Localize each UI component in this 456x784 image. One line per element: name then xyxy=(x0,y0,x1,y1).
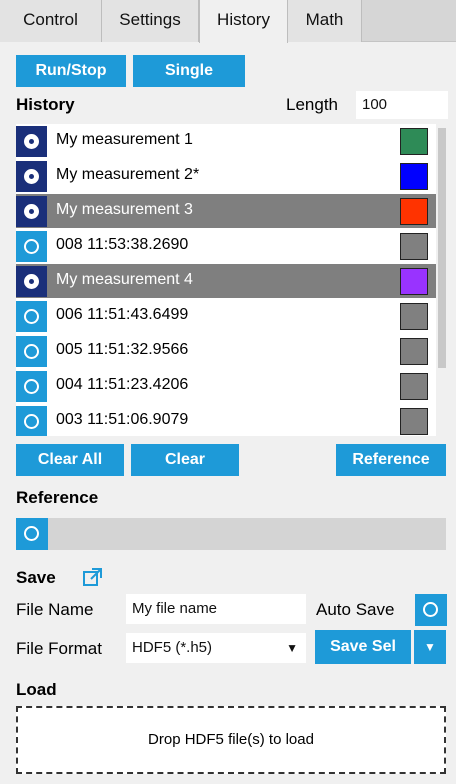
history-list: My measurement 1 My measurement 2* My meas… xyxy=(16,124,436,436)
history-row-color-swatch[interactable] xyxy=(400,408,428,435)
history-row-color-swatch[interactable] xyxy=(400,163,428,190)
history-row-radio[interactable] xyxy=(16,126,47,157)
history-row-radio[interactable] xyxy=(16,406,47,436)
history-row-label: 003 11:51:06.9079 xyxy=(56,411,189,428)
file-name-input[interactable]: My file name xyxy=(126,594,306,624)
history-row-label: 005 11:51:32.9566 xyxy=(56,341,189,358)
history-row-label: 004 11:51:23.4206 xyxy=(56,376,189,393)
radio-dot-icon xyxy=(29,139,34,144)
history-scrollbar[interactable] xyxy=(436,124,448,436)
radio-dot-icon xyxy=(29,279,34,284)
history-row-color-swatch[interactable] xyxy=(400,373,428,400)
file-name-label: File Name xyxy=(16,600,94,619)
history-row-label: My measurement 4 xyxy=(56,271,193,288)
history-row-radio[interactable] xyxy=(16,266,47,297)
history-row[interactable]: 006 11:51:43.6499 xyxy=(16,299,436,333)
file-drop-zone[interactable]: Drop HDF5 file(s) to load xyxy=(16,706,446,774)
radio-ring-icon xyxy=(24,309,39,324)
radio-ring-icon xyxy=(24,379,39,394)
radio-dot-icon xyxy=(29,209,34,214)
radio-checked-icon xyxy=(24,204,39,219)
history-row-color-swatch[interactable] xyxy=(400,303,428,330)
clear-button[interactable]: Clear xyxy=(131,444,239,476)
history-row-label: My measurement 3 xyxy=(56,201,193,218)
tab-history[interactable]: History xyxy=(199,0,288,43)
drop-zone-text: Drop HDF5 file(s) to load xyxy=(148,731,314,748)
history-row-color-swatch[interactable] xyxy=(400,338,428,365)
file-format-value: HDF5 (*.h5) xyxy=(132,639,213,656)
clear-all-button[interactable]: Clear All xyxy=(16,444,124,476)
radio-checked-icon xyxy=(24,134,39,149)
history-row-radio[interactable] xyxy=(16,301,47,332)
save-title: Save xyxy=(16,568,56,587)
load-title: Load xyxy=(16,680,57,699)
tab-control[interactable]: Control xyxy=(0,0,102,42)
auto-save-label: Auto Save xyxy=(316,600,395,619)
history-row-label: My measurement 2* xyxy=(56,166,200,183)
single-button[interactable]: Single xyxy=(133,55,245,87)
history-row-color-swatch[interactable] xyxy=(400,233,428,260)
save-options-dropdown-icon[interactable]: ▼ xyxy=(414,630,446,664)
history-row-radio[interactable] xyxy=(16,336,47,367)
history-row[interactable]: My measurement 3 xyxy=(16,194,436,228)
radio-ring-icon xyxy=(24,526,39,541)
history-row-radio[interactable] xyxy=(16,196,47,227)
tab-bar: Control Settings History Math xyxy=(0,0,456,43)
radio-ring-icon xyxy=(24,344,39,359)
radio-checked-icon xyxy=(24,169,39,184)
history-row-radio[interactable] xyxy=(16,371,47,402)
history-row[interactable]: My measurement 1 xyxy=(16,124,436,158)
radio-ring-icon xyxy=(423,602,438,617)
history-row-label: My measurement 1 xyxy=(56,131,193,148)
history-row-radio[interactable] xyxy=(16,161,47,192)
history-row-label: 006 11:51:43.6499 xyxy=(56,306,189,323)
history-row[interactable]: 004 11:51:23.4206 xyxy=(16,369,436,403)
auto-save-toggle[interactable] xyxy=(415,594,447,626)
reference-slot xyxy=(16,518,446,550)
length-input[interactable]: 100 xyxy=(356,91,448,119)
history-row-label: 008 11:53:38.2690 xyxy=(56,236,189,253)
tab-settings[interactable]: Settings xyxy=(102,0,199,42)
history-row-color-swatch[interactable] xyxy=(400,268,428,295)
history-row[interactable]: My measurement 4 xyxy=(16,264,436,298)
run-stop-button[interactable]: Run/Stop xyxy=(16,55,126,87)
history-row[interactable]: 008 11:53:38.2690 xyxy=(16,229,436,263)
history-row-color-swatch[interactable] xyxy=(400,128,428,155)
reference-title: Reference xyxy=(16,488,99,507)
history-row-color-swatch[interactable] xyxy=(400,198,428,225)
reference-radio[interactable] xyxy=(16,518,48,550)
length-label: Length xyxy=(286,95,338,114)
history-row[interactable]: My measurement 2* xyxy=(16,159,436,193)
select-arrow-icon: ▼ xyxy=(286,641,298,655)
save-sel-button[interactable]: Save Sel xyxy=(315,630,411,664)
history-row[interactable]: 005 11:51:32.9566 xyxy=(16,334,436,368)
scrollbar-thumb[interactable] xyxy=(438,128,446,368)
radio-dot-icon xyxy=(29,174,34,179)
file-format-label: File Format xyxy=(16,639,102,658)
history-row[interactable]: 003 11:51:06.9079 xyxy=(16,404,436,436)
reference-button[interactable]: Reference xyxy=(336,444,446,476)
tab-math[interactable]: Math xyxy=(288,0,362,42)
radio-checked-icon xyxy=(24,274,39,289)
radio-ring-icon xyxy=(24,239,39,254)
history-row-radio[interactable] xyxy=(16,231,47,262)
file-format-select[interactable]: HDF5 (*.h5) ▼ xyxy=(126,633,306,663)
external-link-icon[interactable] xyxy=(82,566,104,588)
history-title: History xyxy=(16,95,75,114)
radio-ring-icon xyxy=(24,414,39,429)
